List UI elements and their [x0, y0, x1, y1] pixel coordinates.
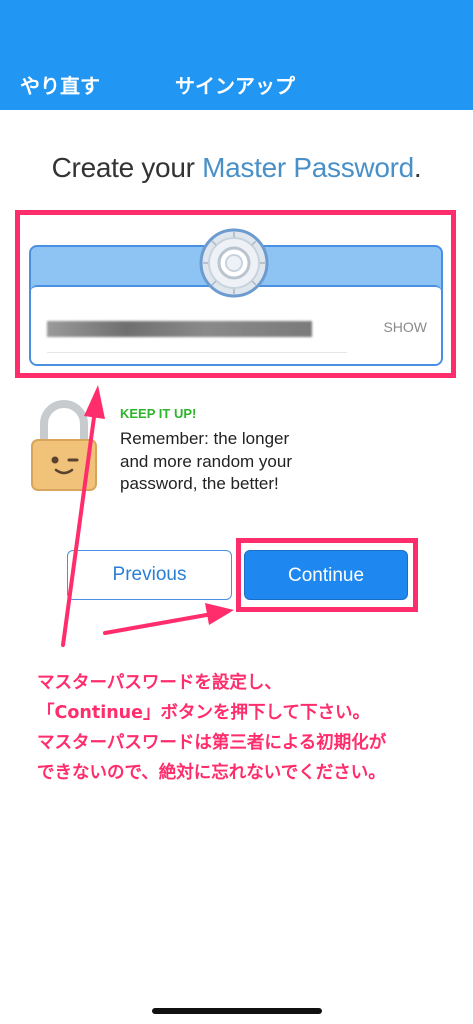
strength-message: Remember: the longer and more random you… [120, 429, 292, 493]
page-title: Create your Master Password. [0, 152, 473, 184]
annotation-line-4: できないので、絶対に忘れないでください。 [37, 763, 386, 783]
input-underline [47, 352, 347, 353]
signup-title: サインアップ [175, 74, 295, 98]
top-navigation-bar: やり直す サインアップ [0, 0, 473, 110]
arrow-to-continue [103, 603, 234, 635]
annotation-line-1: マスターパスワードを設定し、 [37, 673, 282, 693]
home-indicator[interactable] [152, 1008, 322, 1014]
previous-button[interactable]: Previous [67, 550, 232, 600]
annotation-note: マスターパスワードを設定し、「Continue」ボタンを押下して下さい。 マスター… [37, 668, 457, 788]
retry-button[interactable]: やり直す [20, 70, 100, 99]
continue-button[interactable]: Continue [244, 550, 408, 600]
strength-status: KEEP IT UP! [120, 406, 197, 421]
vault-dial-icon [199, 228, 269, 298]
annotation-line-2: 「Continue」ボタンを押下して下さい。 [37, 703, 370, 723]
title-prefix: Create your [51, 152, 203, 183]
title-accent: Master Password [202, 152, 414, 183]
password-input[interactable] [47, 321, 312, 337]
lock-icon [31, 400, 97, 491]
title-suffix: . [413, 152, 422, 183]
show-password-button[interactable]: SHOW [383, 319, 427, 335]
annotation-line-3: マスターパスワードは第三者による初期化が [37, 733, 387, 753]
